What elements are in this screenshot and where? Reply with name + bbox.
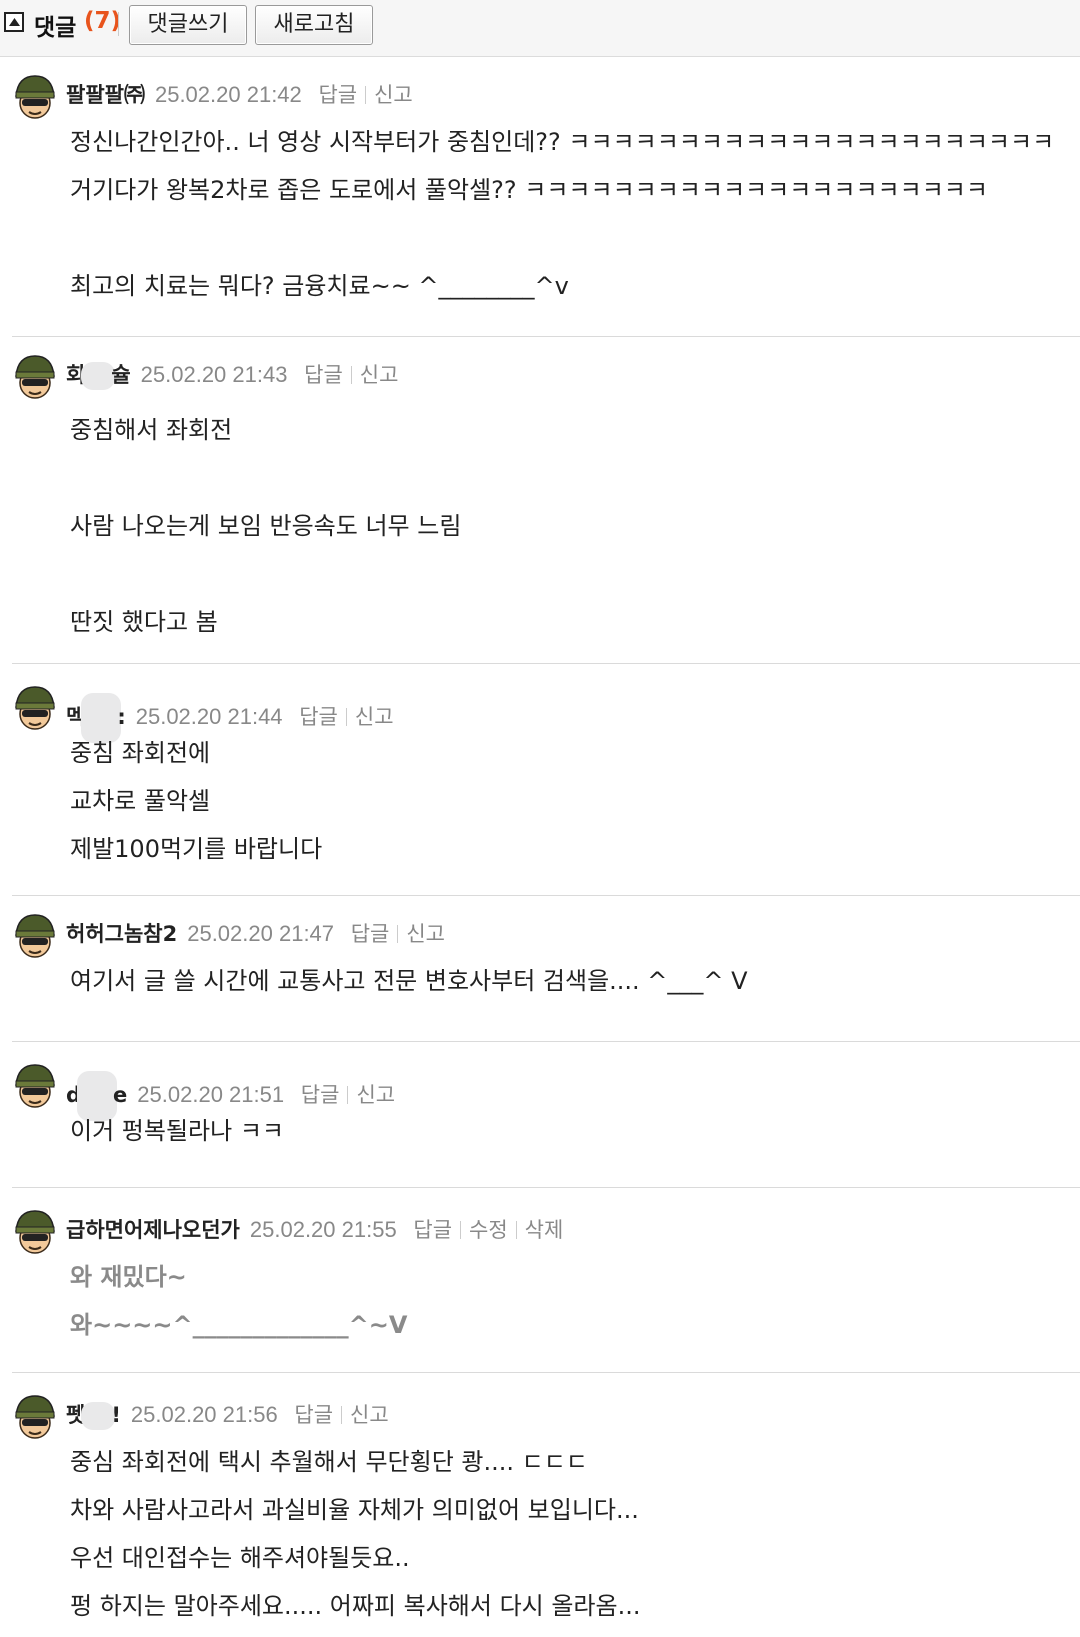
reply-link[interactable]: 답글	[351, 923, 390, 946]
separator	[341, 1406, 343, 1424]
user-avatar	[15, 355, 55, 399]
comment-author[interactable]: 급하면어제나오던가	[66, 1218, 240, 1242]
comment-date: 25.02.20 21:44	[135, 704, 283, 729]
report-link[interactable]: 신고	[360, 364, 399, 387]
comment-line: 거기다가 왕복2차로 좁은 도로에서 풀악셀?? ㅋㅋㅋㅋㅋㅋㅋㅋㅋㅋㅋㅋㅋㅋㅋ…	[70, 176, 988, 204]
comment-meta: 펫! 25.02.20 21:56 답글 신고	[66, 1402, 389, 1430]
comment-body: 와 재밌다~ 와~~~~^_____________^~V	[70, 1253, 407, 1349]
comment-date: 25.02.20 21:43	[140, 362, 288, 387]
comment-line	[70, 454, 461, 502]
comment-line: 중침 좌회전에	[70, 739, 211, 767]
comment-line: 펑 하지는 말아주세요..... 어짜피 복사해서 다시 올라옴...	[70, 1592, 641, 1620]
comment-line	[70, 550, 461, 598]
user-avatar	[15, 1064, 55, 1108]
comment-author[interactable]: 펫!	[66, 1402, 121, 1430]
reply-link[interactable]: 답글	[413, 1219, 452, 1242]
separator	[365, 86, 367, 104]
comment-author[interactable]: 팔팔팔㈜	[66, 83, 145, 107]
comment-body: 여기서 글 쓸 시간에 교통사고 전문 변호사부터 검색을.... ^___^ …	[70, 957, 748, 1005]
write-comment-button[interactable]: 댓글쓰기	[129, 5, 247, 45]
comment-divider	[12, 663, 1080, 664]
separator	[347, 1086, 349, 1104]
refresh-button[interactable]: 새로고침	[255, 5, 373, 45]
reply-link[interactable]: 답글	[318, 84, 357, 107]
reply-link[interactable]: 답글	[299, 706, 338, 729]
reply-link[interactable]: 답글	[304, 364, 343, 387]
user-avatar	[15, 1395, 55, 1439]
comment-line: 이거 펑복될라나 ㅋㅋ	[70, 1117, 284, 1145]
author-part: 슐	[111, 363, 131, 387]
header-divider	[118, 12, 119, 36]
comment-line: 와 재밌다~	[70, 1263, 187, 1291]
comment-count: (7)	[84, 8, 122, 34]
author-part: e	[113, 1083, 128, 1107]
comment-body: 중침 좌회전에교차로 풀악셀제발100먹기를 바랍니다	[70, 729, 322, 873]
report-link[interactable]: 신고	[350, 1404, 389, 1427]
comments-title: 댓글	[34, 15, 77, 41]
separator	[345, 708, 347, 726]
comment-line	[70, 214, 1054, 262]
comments-header: 댓글 (7) 댓글쓰기 새로고침	[0, 0, 1080, 57]
separator	[350, 366, 352, 384]
comment-meta: 회 슐 25.02.20 21:43 답글 신고	[66, 362, 398, 390]
comment-body: 이거 펑복될라나 ㅋㅋ	[70, 1107, 284, 1155]
user-avatar	[15, 914, 55, 958]
comment-line: 정신나간인간아.. 너 영상 시작부터가 중침인데?? ㅋㅋㅋㅋㅋㅋㅋㅋㅋㅋㅋㅋ…	[70, 128, 1055, 156]
comment-line: 제발100먹기를 바랍니다	[70, 835, 323, 863]
delete-link[interactable]: 삭제	[525, 1219, 564, 1242]
author-part: :	[117, 705, 126, 729]
report-link[interactable]: 신고	[374, 84, 413, 107]
comment-line: 딴짓 했다고 봄	[70, 608, 218, 636]
comment-date: 25.02.20 21:47	[187, 921, 335, 946]
comment-divider	[12, 1187, 1080, 1188]
comment-author[interactable]: de	[66, 1071, 128, 1121]
comment-date: 25.02.20 21:55	[249, 1217, 397, 1242]
comment-divider	[12, 1372, 1080, 1373]
comment-divider	[12, 336, 1080, 337]
comment-line: 교차로 풀악셀	[70, 787, 211, 815]
comment-author[interactable]: 회슐	[66, 362, 131, 390]
collapse-icon[interactable]	[4, 12, 24, 32]
comment-line: 사람 나오는게 보임 반응속도 너무 느림	[70, 512, 462, 540]
comment-author[interactable]: 멕:	[66, 693, 126, 743]
comment-divider	[12, 895, 1080, 896]
user-avatar	[15, 686, 55, 730]
comment-meta: 팔팔팔㈜ 25.02.20 21:42 답글 신고	[66, 82, 413, 109]
report-link[interactable]: 신고	[406, 923, 445, 946]
comment-date: 25.02.20 21:56	[130, 1402, 278, 1427]
report-link[interactable]: 신고	[355, 706, 394, 729]
comment-line: 우선 대인접수는 해주셔야될듯요..	[70, 1544, 410, 1572]
comment-meta: 허허그놈참2 25.02.20 21:47 답글 신고	[66, 921, 445, 948]
comment-body: 중심 좌회전에 택시 추월해서 무단횡단 쾅.... ㄷㄷㄷ 차와 사람사고라서 …	[70, 1438, 640, 1630]
reply-link[interactable]: 답글	[301, 1084, 340, 1107]
reply-link[interactable]: 답글	[294, 1404, 333, 1427]
comment-date: 25.02.20 21:51	[137, 1082, 285, 1107]
comment-line: 중침해서 좌회전	[70, 416, 233, 444]
comment-body: 정신나간인간아.. 너 영상 시작부터가 중침인데?? ㅋㅋㅋㅋㅋㅋㅋㅋㅋㅋㅋㅋ…	[70, 118, 1054, 310]
edit-link[interactable]: 수정	[469, 1219, 508, 1242]
separator	[397, 925, 399, 943]
comment-line: 최고의 치료는 뭐다? 금융치료~~ ^________^v	[70, 272, 569, 300]
user-avatar	[15, 75, 55, 119]
separator	[460, 1221, 462, 1239]
comment-meta: 급하면어제나오던가 25.02.20 21:55 답글 수정 삭제	[66, 1217, 563, 1244]
comment-body: 중침해서 좌회전 사람 나오는게 보임 반응속도 너무 느림 딴짓 했다고 봄	[70, 406, 461, 646]
separator	[515, 1221, 517, 1239]
comment-line: 여기서 글 쓸 시간에 교통사고 전문 변호사부터 검색을.... ^___^ …	[70, 967, 748, 995]
comment-date: 25.02.20 21:42	[154, 82, 302, 107]
comment-divider	[12, 1041, 1080, 1042]
comment-line: 차와 사람사고라서 과실비율 자체가 의미없어 보입니다...	[70, 1496, 639, 1524]
comment-line: 와~~~~^_____________^~V	[70, 1311, 408, 1339]
user-avatar	[15, 1210, 55, 1254]
comment-author[interactable]: 허허그놈참2	[66, 922, 177, 946]
comment-line: 중심 좌회전에 택시 추월해서 무단횡단 쾅.... ㄷㄷㄷ	[70, 1448, 588, 1476]
author-part: !	[111, 1403, 121, 1427]
report-link[interactable]: 신고	[356, 1084, 395, 1107]
